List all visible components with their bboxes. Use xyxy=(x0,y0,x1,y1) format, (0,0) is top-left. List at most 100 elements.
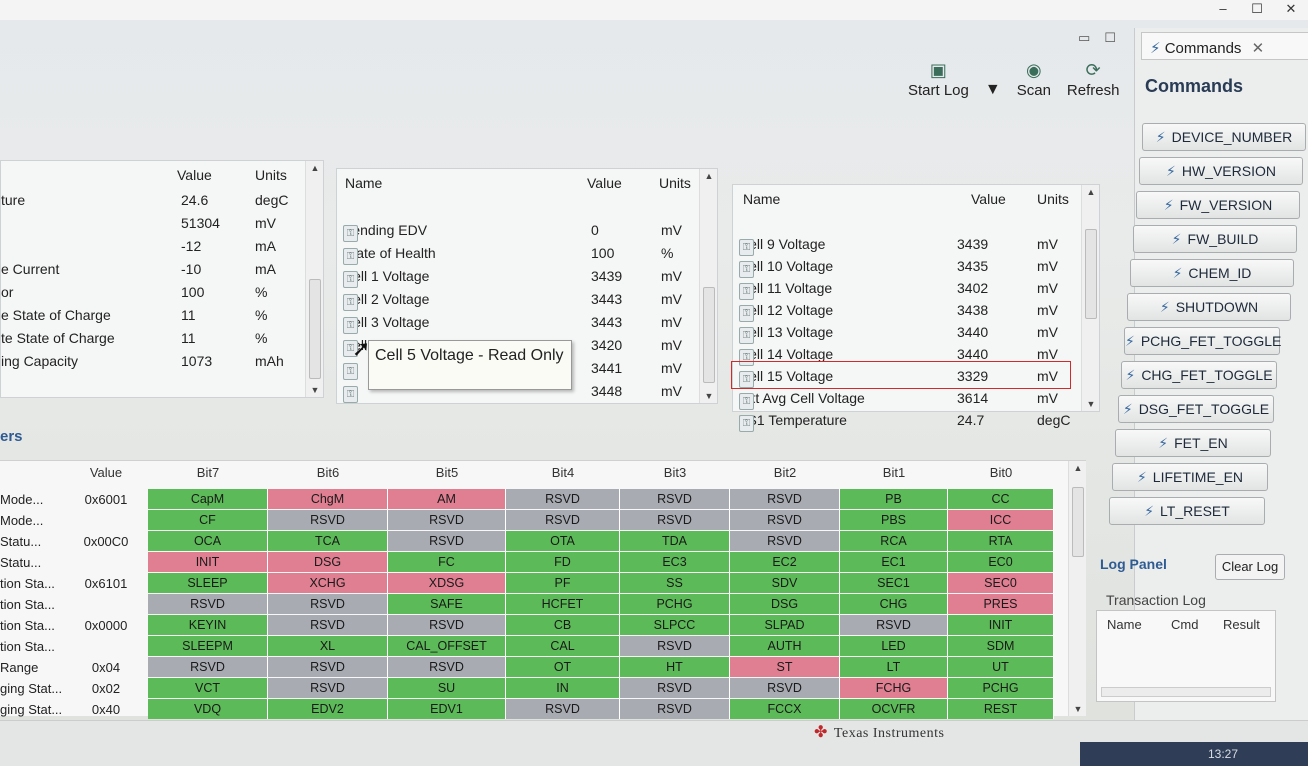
register-bit[interactable]: FC xyxy=(388,552,506,572)
register-bit[interactable]: FCCX xyxy=(730,699,840,719)
table-row[interactable]: or 100% xyxy=(1,281,305,303)
register-bit[interactable]: SAFE xyxy=(388,594,506,614)
register-bit[interactable]: SLPAD xyxy=(730,615,840,635)
register-bit[interactable]: CC xyxy=(948,489,1054,509)
register-bit[interactable]: CB xyxy=(506,615,620,635)
register-bit[interactable]: XL xyxy=(268,636,388,656)
register-bit[interactable]: OTA xyxy=(506,531,620,551)
scroll-thumb[interactable] xyxy=(1072,487,1084,557)
register-bit[interactable]: RSVD xyxy=(730,678,840,698)
scroll-down-icon[interactable]: ▼ xyxy=(700,391,718,401)
command-button-lifetime-en[interactable]: ⚡ LIFETIME_EN xyxy=(1112,463,1268,491)
table-row[interactable]: ⚿ Cell 9 Voltage 3439 mV xyxy=(733,233,1081,256)
register-bit[interactable]: CAL xyxy=(506,636,620,656)
command-button-hw-version[interactable]: ⚡ HW_VERSION xyxy=(1139,157,1303,185)
scroll-down-icon[interactable]: ▼ xyxy=(1082,399,1100,409)
register-bit[interactable]: AUTH xyxy=(730,636,840,656)
register-bit[interactable]: REST xyxy=(948,699,1054,719)
register-bit[interactable]: EDV1 xyxy=(388,699,506,719)
log-hscrollbar[interactable] xyxy=(1101,687,1271,697)
scroll-down-icon[interactable]: ▼ xyxy=(1069,704,1087,714)
command-button-fw-build[interactable]: ⚡ FW_BUILD xyxy=(1133,225,1297,253)
register-bit[interactable]: SEC0 xyxy=(948,573,1054,593)
register-bit[interactable]: CF xyxy=(148,510,268,530)
start-log-button[interactable]: ▣ Start Log xyxy=(908,60,969,99)
tab-commands[interactable]: ⚡ Commands ✕ xyxy=(1141,32,1308,60)
register-bit[interactable]: XCHG xyxy=(268,573,388,593)
register-bit[interactable]: LED xyxy=(840,636,948,656)
register-bit[interactable]: SLEEPM xyxy=(148,636,268,656)
table-row[interactable]: ⚿ Cell 12 Voltage 3438 mV xyxy=(733,299,1081,322)
register-bit[interactable]: RSVD xyxy=(506,489,620,509)
register-bit[interactable]: RSVD xyxy=(620,510,730,530)
register-bit[interactable]: LT xyxy=(840,657,948,677)
register-bit[interactable]: RSVD xyxy=(620,489,730,509)
register-bit[interactable]: SLEEP xyxy=(148,573,268,593)
register-bit[interactable]: PBS xyxy=(840,510,948,530)
right-table-scrollbar[interactable]: ▲ ▼ xyxy=(1081,185,1099,411)
command-button-device-number[interactable]: ⚡ DEVICE_NUMBER xyxy=(1142,123,1306,151)
register-bit[interactable]: KEYIN xyxy=(148,615,268,635)
register-bit[interactable]: INIT xyxy=(948,615,1054,635)
register-bit[interactable]: HCFET xyxy=(506,594,620,614)
register-bit[interactable]: VCT xyxy=(148,678,268,698)
register-bit[interactable]: RSVD xyxy=(268,594,388,614)
register-bit[interactable]: RSVD xyxy=(730,510,840,530)
command-button-dsg-fet-toggle[interactable]: ⚡ DSG_FET_TOGGLE xyxy=(1118,395,1274,423)
table-row[interactable]: ⚿ Cell 1 Voltage 3439 mV xyxy=(337,265,699,288)
register-bit[interactable]: EC1 xyxy=(840,552,948,572)
table-row[interactable]: ⚿ Cell 11 Voltage 3402 mV xyxy=(733,277,1081,300)
register-bit[interactable]: OCVFR xyxy=(840,699,948,719)
register-bit[interactable]: RSVD xyxy=(388,615,506,635)
register-bit[interactable]: RSVD xyxy=(840,615,948,635)
scroll-up-icon[interactable]: ▲ xyxy=(1069,463,1087,473)
maximize-icon[interactable]: ☐ xyxy=(1240,0,1274,20)
register-bit[interactable]: HT xyxy=(620,657,730,677)
minimize-icon[interactable]: – xyxy=(1206,0,1240,20)
table-row[interactable]: -12 mA xyxy=(1,235,305,257)
command-button-shutdown[interactable]: ⚡ SHUTDOWN xyxy=(1127,293,1291,321)
table-row[interactable]: ing Capacity 1073 mAh xyxy=(1,350,305,372)
register-bit[interactable]: RSVD xyxy=(506,510,620,530)
table-row[interactable]: ⚿ Cell 13 Voltage 3440 mV xyxy=(733,321,1081,344)
register-bit[interactable]: SLPCC xyxy=(620,615,730,635)
mid-table-scrollbar[interactable]: ▲ ▼ xyxy=(699,169,717,403)
register-bit[interactable]: RSVD xyxy=(388,531,506,551)
register-bit[interactable]: SS xyxy=(620,573,730,593)
register-bit[interactable]: OT xyxy=(506,657,620,677)
register-bit[interactable]: AM xyxy=(388,489,506,509)
register-bit[interactable]: RSVD xyxy=(268,678,388,698)
command-button-chem-id[interactable]: ⚡ CHEM_ID xyxy=(1130,259,1294,287)
register-bit[interactable]: SDM xyxy=(948,636,1054,656)
table-row[interactable]: ⚿ Cell 2 Voltage 3443 mV xyxy=(337,288,699,311)
register-bit[interactable]: OCA xyxy=(148,531,268,551)
register-bit[interactable]: PB xyxy=(840,489,948,509)
command-button-fet-en[interactable]: ⚡ FET_EN xyxy=(1115,429,1271,457)
register-bit[interactable]: ChgM xyxy=(268,489,388,509)
register-bit[interactable]: PRES xyxy=(948,594,1054,614)
command-button-lt-reset[interactable]: ⚡ LT_RESET xyxy=(1109,497,1265,525)
view-maximize-icon[interactable]: ☐ xyxy=(1104,30,1116,46)
refresh-button[interactable]: ⟳ Refresh xyxy=(1067,60,1120,99)
command-button-fw-version[interactable]: ⚡ FW_VERSION xyxy=(1136,191,1300,219)
view-minimize-icon[interactable]: ▭ xyxy=(1078,30,1090,46)
register-bit[interactable]: PCHG xyxy=(948,678,1054,698)
table-row[interactable]: ⚿ Cell 10 Voltage 3435 mV xyxy=(733,255,1081,278)
tab-close-icon[interactable]: ✕ xyxy=(1252,40,1265,57)
scroll-thumb[interactable] xyxy=(1085,229,1097,319)
table-row[interactable]: e Current -10 mA xyxy=(1,258,305,280)
register-bit[interactable]: RSVD xyxy=(148,657,268,677)
register-bit[interactable]: TCA xyxy=(268,531,388,551)
table-row[interactable]: te State of Charge 11% xyxy=(1,327,305,349)
table-row[interactable]: ⚿ Pending EDV 0 mV xyxy=(337,219,699,242)
register-bit[interactable]: RSVD xyxy=(620,636,730,656)
register-bit[interactable]: RSVD xyxy=(506,699,620,719)
register-bit[interactable]: TDA xyxy=(620,531,730,551)
register-bit[interactable]: FCHG xyxy=(840,678,948,698)
register-bit[interactable]: RSVD xyxy=(148,594,268,614)
register-bit[interactable]: EC3 xyxy=(620,552,730,572)
scroll-up-icon[interactable]: ▲ xyxy=(700,171,718,181)
register-bit[interactable]: RCA xyxy=(840,531,948,551)
table-row[interactable]: ⚿ State of Health 100% xyxy=(337,242,699,265)
register-bit[interactable]: SEC1 xyxy=(840,573,948,593)
